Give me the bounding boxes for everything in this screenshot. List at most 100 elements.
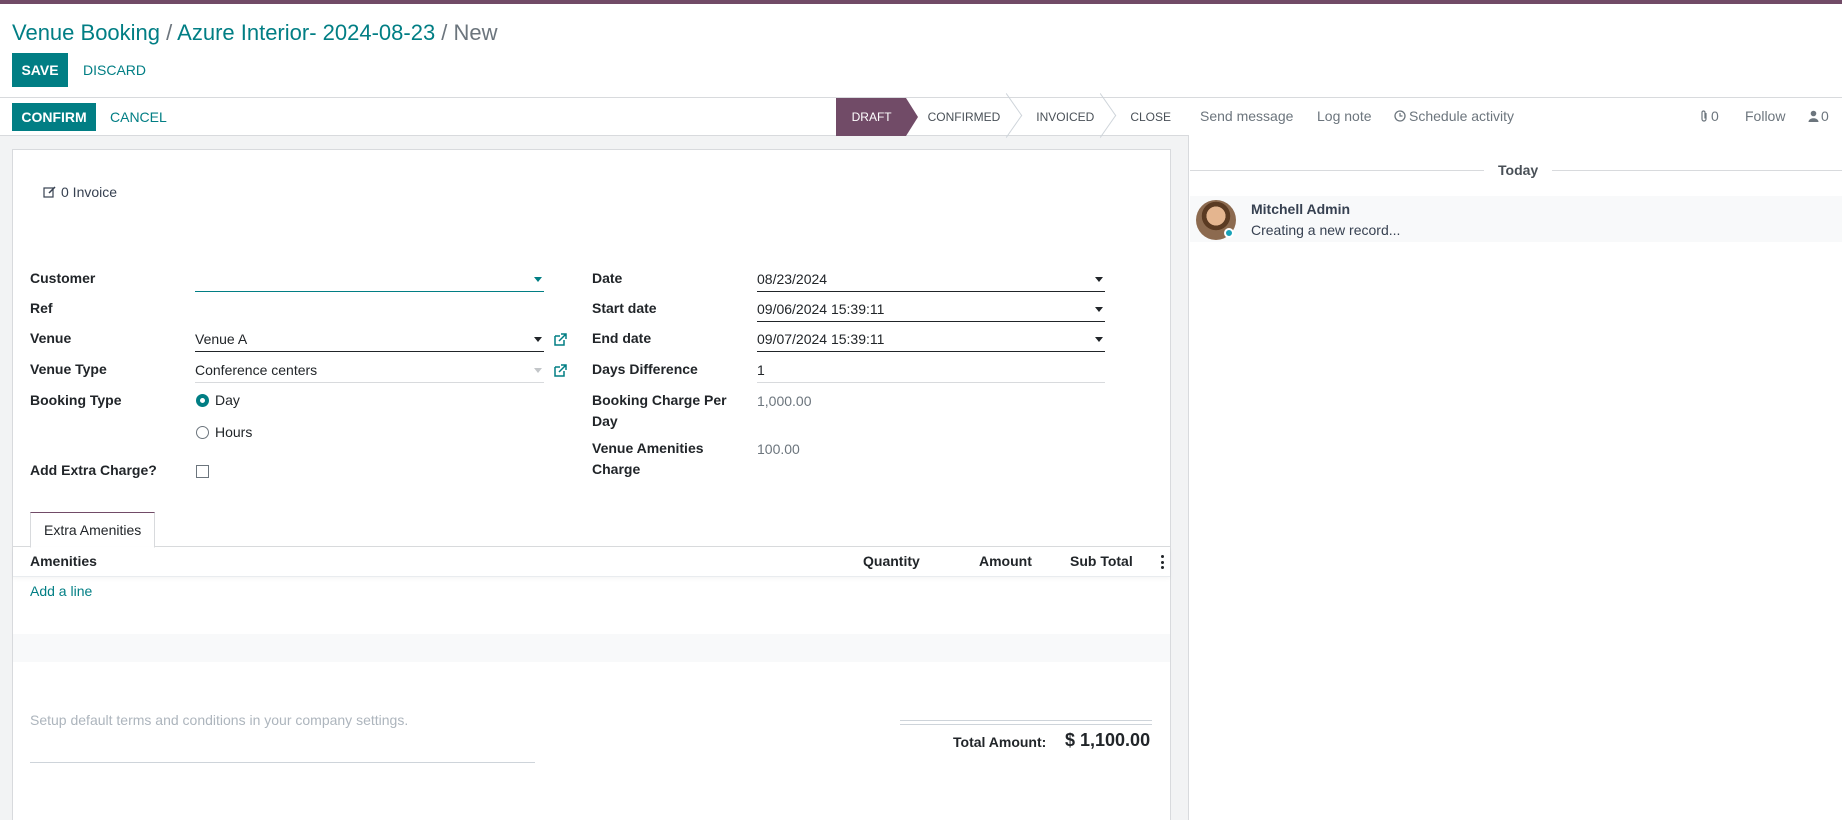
form-sheet: 0 Invoice Customer Ref Venue Venue A Ven… [12,149,1171,820]
stage-confirmed[interactable]: CONFIRMED [906,98,1015,136]
paperclip-icon [1701,109,1707,122]
venue-amenities-label-line1: Venue Amenities [592,440,704,456]
schedule-activity-button[interactable]: Schedule activity [1394,108,1514,124]
booking-type-label: Booking Type [30,392,122,408]
venue-type-value: Conference centers [195,362,318,378]
venue-amenities-label-line2: Charge [592,461,641,477]
date-separator: Today [1190,160,1842,180]
customer-label: Customer [30,270,96,286]
venue-type-label: Venue Type [30,361,107,377]
status-bar: CONFIRM CANCEL DRAFT CONFIRMED INVOICED … [0,98,1189,136]
date-label: Date [592,270,623,286]
column-amenities[interactable]: Amenities [30,553,97,569]
booking-type-day-label: Day [215,392,240,408]
control-panel: Venue Booking / Azure Interior- 2024-08-… [0,4,1842,98]
followers-count: 0 [1821,108,1829,124]
table-row: Add a line [13,577,1170,606]
breadcrumb-current: New [453,20,498,45]
date-separator-label: Today [1498,162,1539,178]
booking-type-hours-label: Hours [215,424,253,440]
amenities-table-header: Amenities Quantity Amount Sub Total [13,547,1170,577]
ref-label: Ref [30,300,53,316]
external-link-icon[interactable] [552,363,568,379]
external-link-icon[interactable] [552,332,568,348]
save-button[interactable]: SAVE [12,53,68,87]
column-sub-total[interactable]: Sub Total [1070,553,1133,569]
venue-value: Venue A [195,331,248,347]
followers-button[interactable]: 0 [1808,108,1829,124]
schedule-activity-label: Schedule activity [1409,108,1515,124]
breadcrumb: Venue Booking / Azure Interior- 2024-08-… [12,18,498,48]
stage-pipeline: DRAFT CONFIRMED INVOICED CLOSE [835,98,1177,136]
attachments-count: 0 [1711,108,1719,124]
send-message-button[interactable]: Send message [1200,108,1293,124]
extra-charge-checkbox[interactable] [196,465,209,478]
chatter-topbar: Send message Log note Schedule activity … [1190,98,1842,136]
invoice-count-label: 0 Invoice [61,184,118,200]
chatter-panel: Send message Log note Schedule activity … [1190,98,1842,820]
add-line-link[interactable]: Add a line [30,583,92,599]
chatter-message: Mitchell Admin Creating a new record... [1190,196,1842,242]
notebook-tabs: Extra Amenities [13,512,1170,548]
totals-divider [900,720,1152,725]
start-date-value: 09/06/2024 15:39:11 [757,301,885,317]
user-icon [1808,110,1819,122]
invoice-smart-button[interactable]: 0 Invoice [43,184,117,200]
tab-extra-amenities[interactable]: Extra Amenities [30,512,156,548]
booking-charge-label-line1: Booking Charge Per [592,392,727,408]
separator-line [1190,170,1484,171]
chevron-down-icon [534,277,542,282]
message-body: Creating a new record... [1251,222,1401,238]
end-date-value: 09/07/2024 15:39:11 [757,331,885,347]
follow-button[interactable]: Follow [1745,108,1785,124]
discard-button[interactable]: DISCARD [83,53,146,87]
column-quantity[interactable]: Quantity [863,553,920,569]
terms-note[interactable]: Setup default terms and conditions in yo… [30,712,535,763]
start-date-label: Start date [592,300,657,316]
stage-draft[interactable]: DRAFT [835,98,918,136]
stage-close[interactable]: CLOSE [1108,98,1177,136]
message-author[interactable]: Mitchell Admin [1251,201,1350,217]
start-date-input[interactable]: 09/06/2024 15:39:11 [757,298,1105,322]
end-date-label: End date [592,330,652,346]
days-difference-input[interactable]: 1 [757,359,1105,383]
breadcrumb-separator: / [160,20,178,45]
attachments-button[interactable]: 0 [1699,108,1719,124]
breadcrumb-venue-booking[interactable]: Venue Booking [12,20,160,45]
end-date-input[interactable]: 09/07/2024 15:39:11 [757,328,1105,352]
column-amount[interactable]: Amount [979,553,1032,569]
stage-invoiced[interactable]: INVOICED [1014,98,1108,136]
chevron-down-icon [1095,307,1103,312]
venue-input[interactable]: Venue A [195,328,544,352]
booking-type-hours-radio[interactable] [196,426,209,439]
cancel-button[interactable]: CANCEL [110,103,167,131]
table-row [13,606,1170,634]
online-status-icon [1224,228,1234,238]
breadcrumb-separator: / [435,20,454,45]
days-difference-label: Days Difference [592,361,698,377]
breadcrumb-parent-record[interactable]: Azure Interior- 2024-08-23 [177,20,435,45]
log-note-button[interactable]: Log note [1317,108,1372,124]
days-difference-value: 1 [757,362,765,378]
date-value: 08/23/2024 [757,271,828,287]
extra-charge-label: Add Extra Charge? [30,462,157,478]
venue-type-input[interactable]: Conference centers [195,359,544,383]
booking-type-day-radio[interactable] [196,394,209,407]
venue-amenities-value: 100.00 [757,441,800,457]
date-input[interactable]: 08/23/2024 [757,268,1105,292]
separator-line [1552,170,1842,171]
total-amount-value: $ 1,100.00 [1065,730,1151,750]
chevron-down-icon [534,337,542,342]
customer-input[interactable] [195,268,544,292]
chevron-down-icon [534,368,542,373]
chevron-down-icon [1095,337,1103,342]
optional-columns-icon[interactable] [1161,555,1164,569]
venue-label: Venue [30,330,72,346]
form-view: CONFIRM CANCEL DRAFT CONFIRMED INVOICED … [0,98,1189,820]
table-row [13,634,1170,662]
confirm-button[interactable]: CONFIRM [12,103,96,131]
total-amount-label: Total Amount: [953,734,1047,750]
booking-charge-label-line2: Day [592,413,618,429]
clock-icon [1394,110,1406,122]
edit-icon [43,186,56,198]
